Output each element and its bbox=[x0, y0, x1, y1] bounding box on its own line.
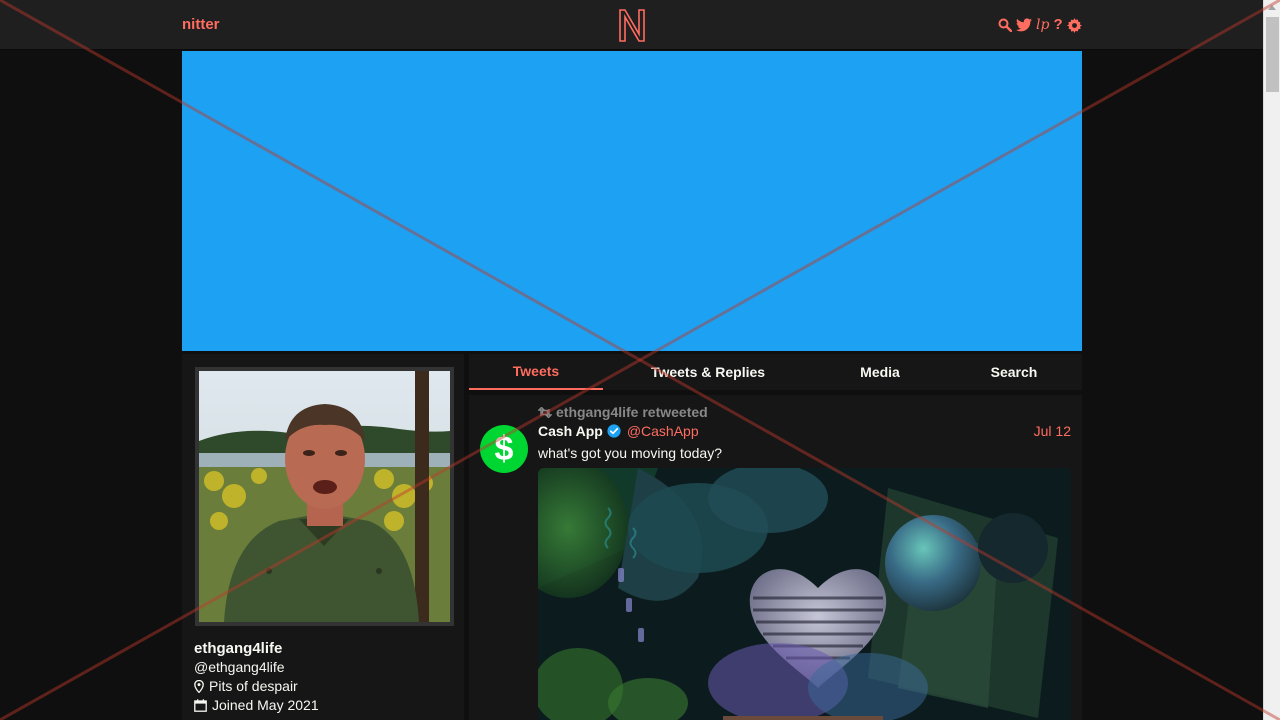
location-pin-icon bbox=[194, 679, 204, 693]
tweet-content: what's got you moving today? bbox=[538, 445, 723, 461]
tab-search[interactable]: Search bbox=[969, 354, 1059, 390]
page-scrollbar[interactable] bbox=[1263, 0, 1280, 720]
profile-joined-text: Joined May 2021 bbox=[212, 697, 319, 713]
scrollbar-thumb[interactable] bbox=[1266, 17, 1279, 92]
profile-location: Pits of despair bbox=[194, 678, 298, 694]
tweet-media-art bbox=[538, 468, 1071, 720]
retweet-header-text[interactable]: ethgang4life retweeted bbox=[556, 404, 708, 420]
profile-location-text: Pits of despair bbox=[209, 678, 298, 694]
tweet-fullname[interactable]: Cash App bbox=[538, 423, 603, 439]
tweet-media-image[interactable] bbox=[538, 468, 1071, 720]
scroll-up-arrow-icon[interactable] bbox=[1268, 5, 1276, 10]
profile-username[interactable]: @ethgang4life bbox=[194, 659, 285, 675]
cash-app-dollar-icon: $ bbox=[494, 430, 514, 468]
tab-tweets[interactable]: Tweets bbox=[469, 354, 603, 390]
tweet-header: Cash App @CashApp bbox=[538, 423, 699, 439]
timeline: ethgang4life retweeted $ Cash App @CashA… bbox=[469, 395, 1082, 720]
help-icon[interactable]: ? bbox=[1053, 17, 1062, 33]
gear-icon[interactable] bbox=[1066, 17, 1082, 33]
profile-avatar[interactable] bbox=[195, 367, 454, 626]
tweet-date[interactable]: Jul 12 bbox=[1034, 423, 1071, 439]
tweet-username[interactable]: @CashApp bbox=[627, 423, 699, 439]
tweet-avatar[interactable]: $ bbox=[480, 425, 528, 473]
twitter-bird-icon[interactable] bbox=[1016, 17, 1032, 33]
tab-media[interactable]: Media bbox=[835, 354, 925, 390]
navbar: nitter lp ? bbox=[0, 0, 1263, 50]
profile-joined: Joined May 2021 bbox=[194, 697, 319, 713]
retweet-header: ethgang4life retweeted bbox=[538, 404, 708, 420]
nav-brand-link[interactable]: nitter bbox=[182, 16, 220, 33]
lp-icon[interactable]: lp bbox=[1036, 17, 1049, 33]
nav-icons: lp ? bbox=[998, 17, 1082, 33]
avatar-photo bbox=[199, 371, 450, 622]
retweet-icon bbox=[538, 406, 552, 418]
calendar-icon bbox=[194, 698, 207, 712]
tab-tweets-replies[interactable]: Tweets & Replies bbox=[633, 354, 783, 390]
profile-card: ethgang4life @ethgang4life Pits of despa… bbox=[182, 354, 464, 720]
timeline-tabs: Tweets Tweets & Replies Media Search bbox=[469, 354, 1082, 390]
nitter-logo-icon[interactable] bbox=[617, 8, 647, 42]
search-icon[interactable] bbox=[998, 17, 1012, 33]
verified-badge-icon bbox=[607, 424, 621, 438]
profile-banner[interactable] bbox=[182, 51, 1082, 351]
profile-fullname[interactable]: ethgang4life bbox=[194, 640, 282, 657]
